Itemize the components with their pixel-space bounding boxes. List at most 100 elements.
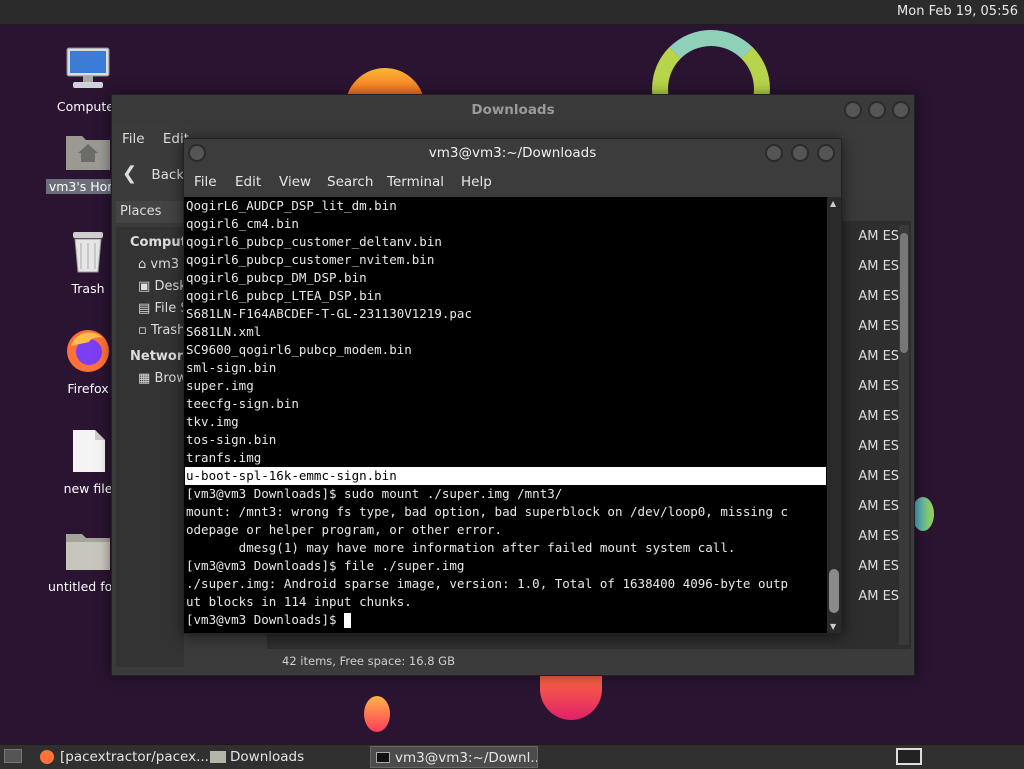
taskbar: [pacextractor/pacex... Downloads vm3@vm3…	[0, 744, 1024, 769]
folder-icon	[66, 534, 110, 570]
taskbar-item-firefox[interactable]: [pacextractor/pacex...	[36, 746, 222, 768]
drive-icon: ▤	[138, 301, 151, 316]
places-dropdown[interactable]: Places	[116, 201, 184, 223]
taskbar-item-label: [pacextractor/pacex...	[60, 749, 209, 765]
modified-cell: AM EST	[858, 409, 907, 424]
maximize-button[interactable]	[868, 101, 886, 119]
sidebar-header-network: Network	[130, 349, 184, 364]
taskbar-item-label: vm3@vm3:~/Downl...	[395, 750, 538, 766]
menu-search[interactable]: Search	[327, 167, 373, 197]
terminal-line: QogirL6_AUDCP_DSP_lit_dm.bin	[186, 198, 397, 213]
computer-icon	[66, 47, 110, 88]
terminal-line: [vm3@vm3 Downloads]$ file ./super.img	[186, 558, 465, 573]
terminal-line: mount: /mnt3: wrong fs type, bad option,…	[186, 504, 789, 519]
places-label: Places	[120, 204, 162, 219]
modified-cell: AM EST	[858, 229, 907, 244]
taskbar-item-label: Downloads	[230, 749, 305, 765]
terminal-line: SC9600_qogirl6_pubcp_modem.bin	[186, 342, 412, 357]
sidebar-item-desktop[interactable]: ▣ Desktop	[138, 279, 184, 294]
terminal-line: [vm3@vm3 Downloads]$ sudo mount ./super.…	[186, 486, 563, 501]
terminal-line: qogirl6_pubcp_customer_nvitem.bin	[186, 252, 435, 267]
modified-cell: AM EST	[858, 289, 907, 304]
terminal-line: ./super.img: Android sparse image, versi…	[186, 576, 789, 591]
clock[interactable]: Mon Feb 19, 05:56	[897, 4, 1018, 19]
close-button[interactable]	[817, 144, 835, 162]
terminal-titlebar[interactable]: vm3@vm3:~/Downloads	[184, 139, 841, 167]
home-folder-icon	[66, 136, 110, 170]
maximize-button[interactable]	[791, 144, 809, 162]
terminal-line: S681LN.xml	[186, 324, 262, 339]
terminal-line: tkv.img	[186, 414, 239, 429]
terminal-line: qogirl6_cm4.bin	[186, 216, 299, 231]
desktop-icon-label: new file	[63, 481, 113, 496]
sidebar-item-filesystem[interactable]: ▤ File System	[138, 301, 184, 316]
trash-icon	[73, 232, 103, 273]
window-title: vm3@vm3:~/Downloads	[428, 145, 597, 161]
terminal-scroll-thumb[interactable]	[829, 569, 839, 613]
window-menu-button[interactable]	[188, 144, 206, 162]
file-icon	[73, 430, 105, 472]
folder-icon	[210, 751, 226, 763]
scroll-up-arrow-icon[interactable]: ▲	[830, 199, 836, 208]
menu-file[interactable]: File	[122, 131, 145, 147]
terminal-prompt: [vm3@vm3 Downloads]$	[186, 612, 345, 627]
status-bar: 42 items, Free space: 16.8 GB	[282, 654, 455, 668]
minimize-button[interactable]	[844, 101, 862, 119]
show-desktop-button[interactable]	[4, 749, 22, 763]
modified-cell: AM EST	[858, 559, 907, 574]
menu-help[interactable]: Help	[461, 167, 492, 197]
terminal-scrollbar[interactable]: ▲ ▼	[827, 197, 841, 633]
terminal-line: qogirl6_pubcp_LTEA_DSP.bin	[186, 288, 382, 303]
terminal-line: dmesg(1) may have more information after…	[186, 540, 736, 555]
back-arrow-icon: ❮	[122, 163, 138, 184]
menu-file[interactable]: File	[194, 167, 217, 197]
terminal-line: tranfs.img	[186, 450, 262, 465]
back-button[interactable]: ❮ Back	[122, 163, 184, 184]
sidebar-header-computer: Computer	[130, 235, 184, 250]
terminal-prompt-line[interactable]: [vm3@vm3 Downloads]$	[185, 611, 826, 629]
menu-view[interactable]: View	[279, 167, 311, 197]
terminal-line: qogirl6_pubcp_DM_DSP.bin	[186, 270, 367, 285]
top-panel: Mon Feb 19, 05:56	[0, 0, 1024, 25]
scroll-down-arrow-icon[interactable]: ▼	[830, 622, 836, 631]
file-list-scroll-thumb[interactable]	[900, 233, 908, 353]
terminal-line: tos-sign.bin	[186, 432, 277, 447]
network-icon: ▦	[138, 371, 151, 386]
modified-cell: AM EST	[858, 469, 907, 484]
terminal-line: teecfg-sign.bin	[186, 396, 299, 411]
sidebar-item-trash[interactable]: ▫ Trash	[138, 323, 184, 338]
home-icon: ⌂	[138, 257, 147, 272]
sidebar: Computer ⌂ vm3 ▣ Desktop ▤ File System ▫…	[116, 227, 184, 667]
file-manager-titlebar[interactable]: Downloads	[112, 95, 914, 125]
window-title: Downloads	[471, 102, 555, 118]
taskbar-item-downloads[interactable]: Downloads	[206, 746, 390, 768]
back-label: Back	[151, 167, 185, 183]
taskbar-item-terminal[interactable]: vm3@vm3:~/Downl...	[370, 746, 538, 768]
terminal-icon	[376, 752, 390, 763]
minimize-button[interactable]	[765, 144, 783, 162]
sidebar-item-browse-network[interactable]: ▦ Browse Network	[138, 371, 184, 386]
wallpaper-small-blob	[364, 696, 390, 732]
terminal-output[interactable]: QogirL6_AUDCP_DSP_lit_dm.bin qogirl6_cm4…	[185, 197, 826, 633]
close-button[interactable]	[892, 101, 910, 119]
modified-cell: AM EST	[858, 259, 907, 274]
firefox-icon	[67, 330, 109, 372]
terminal-line: super.img	[186, 378, 254, 393]
terminal-line: sml-sign.bin	[186, 360, 277, 375]
sidebar-item-home[interactable]: ⌂ vm3	[138, 257, 179, 272]
workspace-switcher[interactable]	[896, 748, 922, 765]
terminal-line: S681LN-F164ABCDEF-T-GL-231130V1219.pac	[186, 306, 472, 321]
modified-cell: AM EST	[858, 439, 907, 454]
modified-cell: AM EST	[858, 589, 907, 604]
trash-icon: ▫	[138, 323, 147, 338]
modified-cell: AM EST	[858, 319, 907, 334]
menu-edit[interactable]: Edit	[235, 167, 261, 197]
modified-cell: AM EST	[858, 499, 907, 514]
terminal-line: qogirl6_pubcp_customer_deltanv.bin	[186, 234, 442, 249]
terminal-line: odepage or helper program, or other erro…	[186, 522, 503, 537]
terminal-line: ut blocks in 114 input chunks.	[186, 594, 412, 609]
file-list-scrollbar[interactable]	[899, 225, 909, 645]
menu-terminal[interactable]: Terminal	[387, 167, 444, 197]
terminal-window[interactable]: vm3@vm3:~/Downloads File Edit View Searc…	[183, 138, 842, 634]
modified-cell: AM EST	[858, 529, 907, 544]
